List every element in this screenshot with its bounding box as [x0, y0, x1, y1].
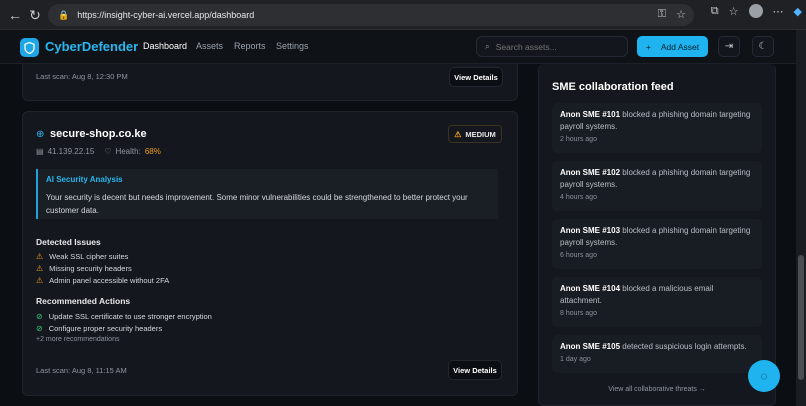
heart-icon: ♡ [104, 147, 112, 156]
feed-time: 6 hours ago [560, 252, 597, 259]
search-icon: ⌕ [485, 41, 490, 51]
app-header: CyberDefender Dashboard Assets Reports S… [0, 30, 796, 64]
feed-author: Anon SME #101 [560, 110, 621, 119]
asset-domain[interactable]: secure-shop.co.ke [50, 128, 147, 140]
globe-icon: ⊕ [36, 129, 45, 140]
warning-icon: ⚠ [36, 276, 44, 285]
last-scan-text: Last scan: Aug 8, 12:30 PM [36, 72, 128, 81]
search-input[interactable] [495, 41, 616, 52]
add-asset-button[interactable]: + Add Asset [637, 36, 708, 57]
warning-icon: ⚠ [454, 129, 462, 139]
feed-item: Anon SME #103 blocked a phishing domain … [552, 219, 762, 269]
ip-address: 41.139.22.15 [47, 147, 95, 156]
previous-asset-card: Last scan: Aug 8, 12:30 PM View Details [22, 64, 518, 101]
nav-dashboard[interactable]: Dashboard [143, 41, 187, 51]
more-recommendations-link[interactable]: +2 more recommendations [36, 336, 119, 343]
feed-author: Anon SME #104 [560, 284, 621, 293]
scrollbar-thumb[interactable] [798, 255, 804, 380]
feed-title: SME collaboration feed [552, 81, 674, 93]
action-item: ⊘ Update SSL certificate to use stronger … [36, 312, 212, 321]
nav-assets[interactable]: Assets [196, 41, 223, 51]
feed-item: Anon SME #105 detected suspicious login … [552, 335, 762, 373]
warning-icon: ⚠ [36, 252, 44, 261]
ai-analysis-box: AI Security Analysis Your security is de… [36, 169, 498, 219]
health-value: 68% [144, 147, 161, 156]
main-content: Last scan: Aug 8, 12:30 PM View Details … [0, 64, 796, 406]
feed-time: 1 day ago [560, 356, 591, 363]
logout-icon: ⇥ [724, 41, 734, 52]
theme-toggle-button[interactable]: ☾ [752, 36, 774, 57]
add-asset-label: Add Asset [660, 41, 700, 52]
warning-icon: ⚠ [36, 264, 44, 273]
logout-button[interactable]: ⇥ [718, 36, 740, 57]
search-box[interactable]: ⌕ [476, 36, 628, 57]
profile-avatar[interactable] [748, 4, 763, 18]
lock-icon: 🔒 [58, 9, 70, 20]
server-icon: ▤ [36, 147, 44, 156]
view-details-button[interactable]: View Details [448, 360, 502, 380]
chat-button[interactable]: ◌ [748, 360, 780, 392]
check-circle-icon: ⊘ [36, 324, 43, 333]
feed-time: 2 hours ago [560, 136, 597, 143]
feed-item: Anon SME #102 blocked a phishing domain … [552, 161, 762, 211]
browser-toolbar: ⧉ ☆ ⋯ ◆ [711, 4, 802, 18]
moon-icon: ☾ [758, 41, 768, 52]
view-all-threats-link[interactable]: View all collaborative threats → [552, 386, 762, 393]
last-scan-text: Last scan: Aug 8, 11:15 AM [36, 366, 127, 375]
feed-time: 4 hours ago [560, 194, 597, 201]
issue-item: ⚠ Admin panel accessible without 2FA [36, 276, 170, 285]
ai-analysis-title: AI Security Analysis [46, 175, 123, 184]
issue-item: ⚠ Weak SSL cipher suites [36, 252, 129, 261]
feed-time: 8 hours ago [560, 310, 597, 317]
page-scrollbar[interactable] [796, 30, 806, 406]
action-item: ⊘ Configure proper security headers [36, 324, 163, 333]
refresh-icon[interactable]: ↻ [24, 4, 46, 26]
back-icon[interactable]: ← [4, 4, 26, 26]
asset-meta: ▤ 41.139.22.15 ♡ Health: 68% [36, 147, 161, 156]
risk-badge: ⚠ MEDIUM [448, 125, 502, 143]
brand-name[interactable]: CyberDefender [45, 39, 138, 54]
risk-label: MEDIUM [465, 129, 496, 139]
copilot-icon[interactable]: ◆ [794, 5, 802, 18]
feed-author: Anon SME #102 [560, 168, 621, 177]
more-icon[interactable]: ⋯ [773, 5, 784, 18]
detected-issues-title: Detected Issues [36, 237, 101, 247]
plus-icon: + [645, 41, 651, 52]
key-icon[interactable]: ⚿ [658, 8, 666, 21]
recommended-actions-title: Recommended Actions [36, 296, 131, 306]
view-details-button[interactable]: View Details [449, 67, 503, 87]
feed-author: Anon SME #103 [560, 226, 621, 235]
check-circle-icon: ⊘ [36, 312, 43, 321]
nav-reports[interactable]: Reports [234, 41, 266, 51]
feed-item: Anon SME #104 blocked a malicious email … [552, 277, 762, 327]
shield-logo-icon[interactable] [20, 38, 39, 57]
health-label: Health: [115, 147, 141, 156]
feed-author: Anon SME #105 [560, 342, 621, 351]
extensions-icon[interactable]: ⧉ [711, 5, 719, 18]
url-text: https://insight-cyber-ai.vercel.app/dash… [77, 10, 255, 20]
ai-analysis-text: Your security is decent but needs improv… [46, 193, 468, 215]
omnibox-icons: ⚿ ☆ [658, 8, 686, 21]
star-icon[interactable]: ☆ [676, 8, 686, 21]
nav-settings[interactable]: Settings [276, 41, 309, 51]
chat-icon: ◌ [760, 369, 768, 383]
issue-item: ⚠ Missing security headers [36, 264, 132, 273]
address-bar[interactable]: 🔒 https://insight-cyber-ai.vercel.app/da… [48, 4, 694, 26]
feed-item: Anon SME #101 blocked a phishing domain … [552, 103, 762, 153]
favorites-icon[interactable]: ☆ [729, 5, 739, 18]
browser-chrome: ← ↻ 🔒 https://insight-cyber-ai.vercel.ap… [0, 0, 806, 30]
